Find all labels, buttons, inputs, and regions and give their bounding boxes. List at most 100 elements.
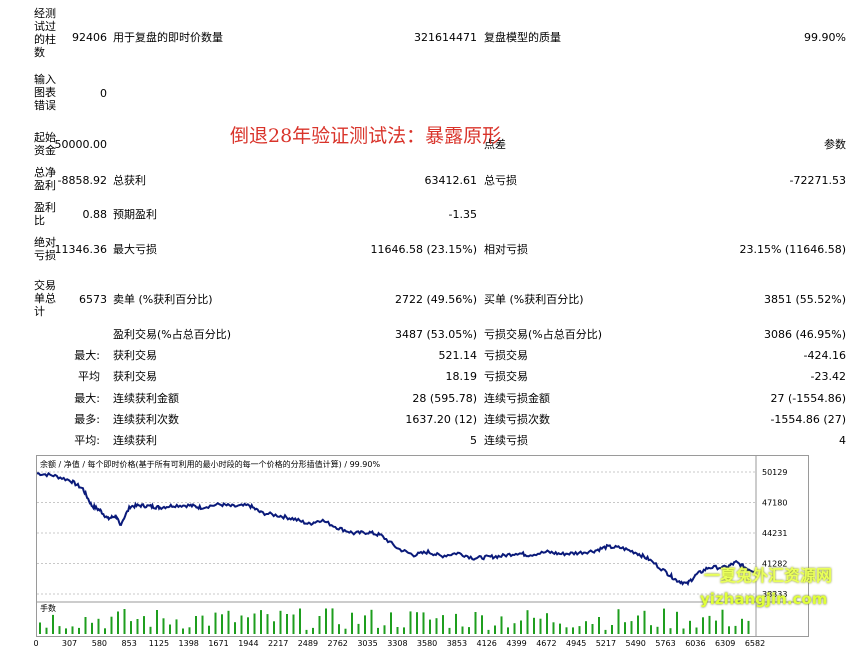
volume-bar — [455, 613, 457, 634]
volume-bar — [331, 608, 334, 634]
volume-bar — [71, 626, 74, 634]
volume-bar — [201, 615, 204, 634]
volume-bar — [97, 618, 100, 634]
value-profit-trades: 3487 (53.05%) — [394, 328, 477, 341]
x-tick-label: 1125 — [149, 639, 169, 648]
volume-bar — [578, 626, 581, 634]
volume-bar — [195, 616, 197, 634]
volume-bar — [45, 627, 48, 634]
volume-bar — [728, 626, 730, 634]
volume-bar — [247, 617, 249, 634]
volume-bar — [494, 625, 496, 634]
x-tick-label: 5217 — [596, 639, 616, 648]
balance-chart-svg: 余额 / 净值 / 每个即时价格(基于所有可利用的最小时段的每一个价格的分形插值… — [36, 456, 808, 636]
volume-bar — [208, 625, 210, 634]
x-tick-label: 580 — [92, 639, 107, 648]
value-average-loss: -23.42 — [810, 370, 846, 383]
volume-bar — [422, 612, 425, 634]
volume-bar — [338, 624, 340, 634]
x-tick-label: 3853 — [447, 639, 467, 648]
report-stats: 经测试过的柱数 92406 用于复盘的即时价数量 321614471 复盘模型的… — [0, 0, 859, 452]
x-tick-label: 6036 — [685, 639, 705, 648]
volume-bar — [650, 625, 652, 634]
value-expected-payoff: -1.35 — [448, 208, 477, 221]
volume-bar — [442, 615, 444, 634]
volume-bar — [585, 621, 587, 634]
volume-bar — [383, 625, 386, 634]
volume-bar — [91, 622, 93, 634]
value-spread: 参数 — [824, 138, 846, 151]
x-tick-label: 6309 — [715, 639, 735, 648]
volume-bar — [403, 627, 405, 634]
label-modelling-quality: 复盘模型的质量 — [484, 31, 561, 44]
volume-bar — [123, 609, 126, 634]
volume-bar — [409, 611, 412, 634]
volume-bar — [539, 618, 542, 634]
volume-bar — [169, 624, 171, 634]
volume-bar — [312, 627, 314, 634]
volume-bar — [656, 626, 659, 634]
label-relative-drawdown: 相对亏损 — [484, 243, 528, 256]
label-average-loss: 亏损交易 — [484, 370, 528, 383]
volume-bar — [552, 622, 555, 634]
volume-bar — [481, 615, 483, 634]
volume-bar — [357, 623, 360, 634]
x-tick-label: 4945 — [566, 639, 586, 648]
volume-bar — [429, 619, 431, 634]
value-ticks-modelled: 321614471 — [414, 31, 477, 44]
volume-bar — [78, 627, 80, 634]
label-short-positions: 卖单 (%获利百分比) — [113, 293, 213, 306]
volume-bar — [617, 609, 620, 634]
value-initial-deposit: 50000.00 — [54, 138, 108, 151]
overlay-title: 倒退28年验证测试法：暴露原形 — [230, 125, 502, 147]
volume-bar — [104, 628, 106, 634]
volume-bar — [273, 621, 275, 634]
volume-bar — [266, 614, 269, 634]
volume-bar — [591, 624, 594, 634]
volume-bar — [695, 627, 698, 634]
x-tick-label: 1398 — [179, 639, 199, 648]
volume-bar — [520, 620, 522, 634]
volume-bar — [351, 612, 353, 634]
volume-bar — [370, 609, 373, 634]
volume-bar — [637, 615, 639, 634]
volume-bar — [487, 629, 490, 634]
value-max-consecutive-wins: 28 (595.78) — [412, 392, 477, 405]
label-average-profit: 获利交易 — [113, 370, 157, 383]
label-long-positions: 买单 (%获利百分比) — [484, 293, 584, 306]
label-expected-payoff: 预期盈利 — [113, 208, 157, 221]
volume-bar — [240, 615, 243, 634]
volume-bar — [110, 616, 113, 634]
label-average: 平均 — [78, 370, 100, 383]
x-tick-label: 2489 — [298, 639, 318, 648]
value-maximal-consecutive-loss: -1554.86 (27) — [770, 413, 846, 426]
volume-bar — [461, 626, 464, 634]
volume-bar — [682, 628, 685, 634]
value-bars-tested: 92406 — [72, 31, 107, 44]
volume-bar — [604, 629, 607, 634]
volume-bar — [721, 609, 724, 634]
value-average-consecutive-wins: 5 — [470, 434, 477, 447]
volume-bar — [624, 622, 626, 634]
volume-bar — [734, 625, 737, 634]
watermark-site-name: 一夏兔外汇资源网 — [704, 566, 833, 585]
x-tick-label: 853 — [122, 639, 137, 648]
volume-bar — [715, 620, 717, 634]
label-maximal: 最多: — [74, 413, 100, 426]
volume-bar — [253, 613, 256, 634]
chart-header: 余额 / 净值 / 每个即时价格(基于所有可利用的最小时段的每一个价格的分形插值… — [40, 459, 380, 469]
x-tick-label: 4672 — [536, 639, 556, 648]
volume-bar — [396, 627, 399, 634]
label-max-consecutive-losses: 连续亏损金额 — [484, 392, 550, 405]
x-tick-label: 3035 — [357, 639, 377, 648]
x-tick-label: 6582 — [745, 639, 765, 648]
volume-bar — [416, 612, 418, 634]
volume-bar — [286, 614, 288, 634]
volume-bar — [52, 614, 54, 634]
value-total-trades: 6573 — [79, 293, 107, 306]
volume-bar — [156, 610, 158, 634]
label-average-consecutive: 平均: — [74, 434, 100, 447]
volume-bar — [234, 622, 236, 634]
x-tick-label: 4399 — [506, 639, 526, 648]
label-average-consecutive-wins: 连续获利 — [113, 434, 157, 447]
